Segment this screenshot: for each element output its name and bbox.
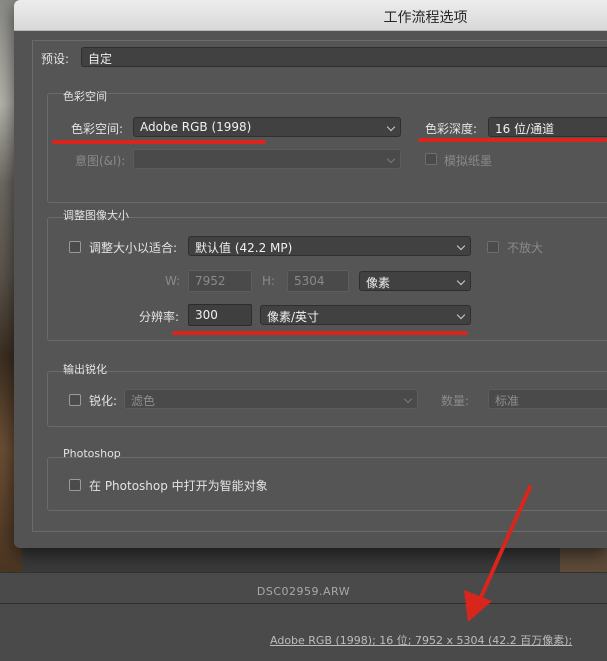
annotation-arrow xyxy=(464,485,532,622)
annotation-arrow-shaft xyxy=(476,485,532,606)
annotation-arrow-head xyxy=(464,590,492,622)
